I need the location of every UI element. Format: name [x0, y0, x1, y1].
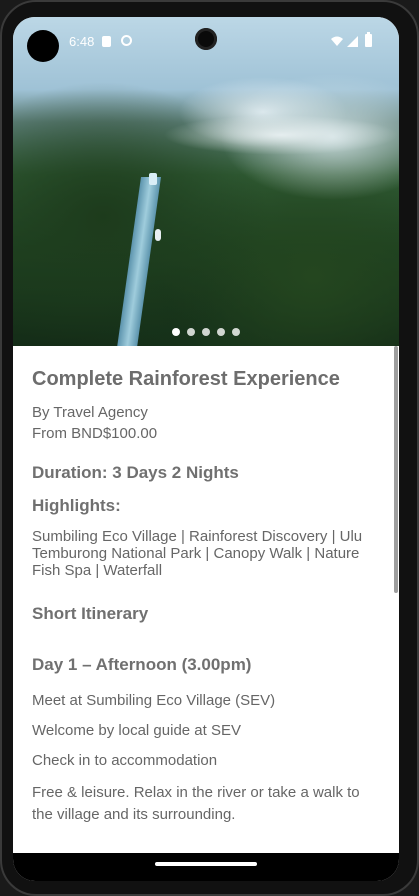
tour-agency: By Travel Agency: [32, 404, 148, 421]
itinerary-item: Meet at Sumbiling Eco Village (SEV): [32, 692, 276, 709]
canopy-walkway-image: [116, 177, 161, 346]
carousel-dot[interactable]: [202, 328, 210, 336]
notification-icon: [121, 35, 132, 46]
tour-duration: Duration: 3 Days 2 Nights: [32, 463, 239, 482]
carousel-dot[interactable]: [172, 328, 180, 336]
itinerary-heading: Short Itinerary: [32, 604, 149, 623]
day1-heading: Day 1 – Afternoon (3.00pm): [32, 655, 252, 674]
status-time: 6:48: [69, 34, 95, 49]
carousel-page-indicator: [13, 328, 399, 336]
walkway-platform-image: [149, 173, 157, 185]
status-bar: 6:48: [13, 17, 399, 65]
highlights-text: Sumbiling Eco Village | Rainforest Disco…: [32, 528, 363, 579]
sd-card-icon: [102, 36, 111, 47]
itinerary-item: Free & leisure. Relax in the river or ta…: [32, 784, 360, 823]
mist-overlay: [163, 115, 399, 155]
itinerary-item: Welcome by local guide at SEV: [32, 722, 241, 739]
scrollbar[interactable]: [394, 346, 398, 593]
tour-photo-carousel[interactable]: [13, 17, 399, 346]
carousel-dot[interactable]: [187, 328, 195, 336]
itinerary-item: Check in to accommodation: [32, 752, 218, 769]
wifi-icon: [331, 36, 343, 46]
carousel-dot[interactable]: [232, 328, 240, 336]
navigation-bar: [13, 853, 399, 881]
carousel-dot[interactable]: [217, 328, 225, 336]
tour-title: Complete Rainforest Experience: [32, 368, 340, 390]
battery-icon: [365, 32, 372, 47]
camera-overlay-dot: [27, 30, 59, 62]
highlights-heading: Highlights:: [32, 496, 121, 515]
walker-figure-image: [155, 229, 161, 241]
tour-price: From BND$100.00: [32, 425, 158, 442]
home-gesture-handle[interactable]: [155, 862, 257, 866]
front-camera: [195, 28, 217, 50]
app-screen: 6:48 Complete Rainforest Experience By T…: [13, 17, 399, 881]
signal-icon: [347, 36, 358, 47]
